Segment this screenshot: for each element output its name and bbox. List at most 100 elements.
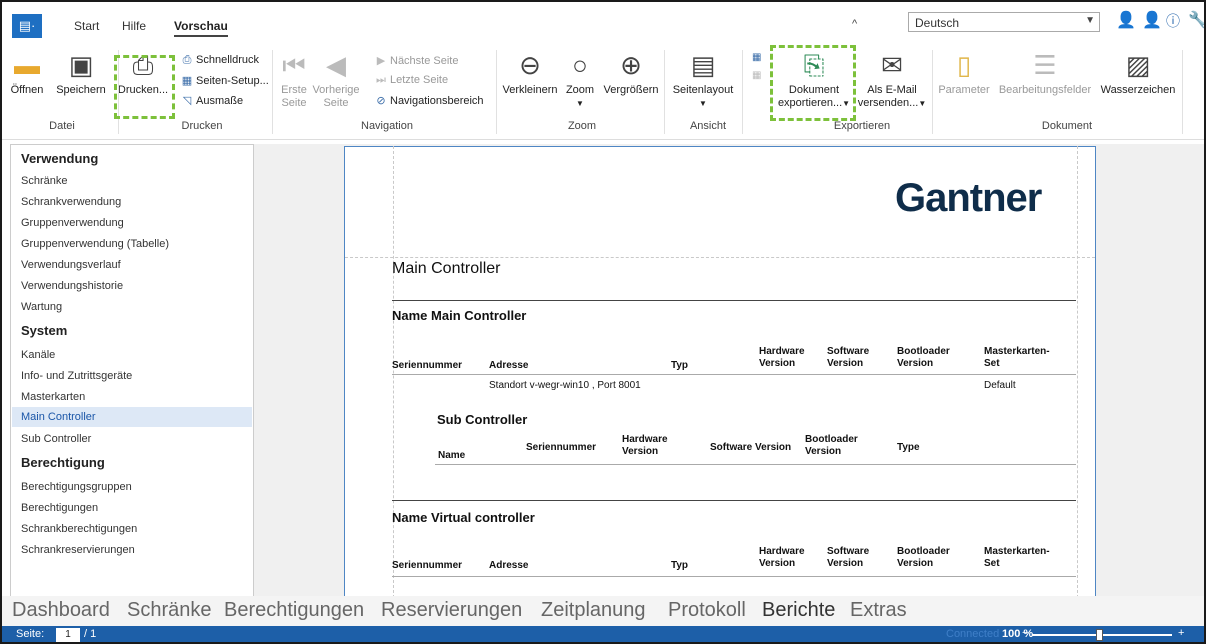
zoom-slider-thumb[interactable] <box>1096 629 1103 641</box>
navigation-pane-button[interactable]: ⊘ Navigationsbereich <box>374 94 484 107</box>
nav-item[interactable]: Kanäle <box>21 349 55 361</box>
divider <box>392 300 1076 301</box>
chevron-down-icon: ▼ <box>918 99 927 108</box>
tab-vorschau[interactable]: Vorschau <box>174 19 228 37</box>
next-page-button[interactable]: ▶ Nächste Seite <box>374 54 459 67</box>
cell-adresse: Standort v-wegr-win10 , Port 8001 <box>489 380 641 391</box>
nav-extras[interactable]: Extras <box>850 599 907 622</box>
nav-section-verwendung: Verwendung <box>21 151 99 166</box>
page-layout-label: Seitenlayout <box>672 84 734 96</box>
send-email-label-2: versenden... <box>857 97 919 109</box>
watermark-label: Wasserzeichen <box>1100 84 1176 96</box>
previous-page-button[interactable]: ◀ Vorherige Seite <box>312 50 360 110</box>
nav-protokoll[interactable]: Protokoll <box>668 599 746 622</box>
last-page-button[interactable]: ⏭ Letzte Seite <box>374 74 448 87</box>
col-header: Masterkarten- Set <box>984 346 1050 369</box>
language-select[interactable]: Deutsch ▼ <box>908 12 1100 32</box>
send-email-button[interactable]: ✉ Als E-Mail versenden...▼ <box>854 50 930 110</box>
quick-print-label: Schnelldruck <box>196 54 259 66</box>
nav-item[interactable]: Berechtigungen <box>21 502 98 514</box>
nav-schraenke[interactable]: Schränke <box>127 599 212 622</box>
col-header: Adresse <box>489 560 529 571</box>
edit-fields-label: Bearbeitungsfelder <box>998 84 1092 96</box>
previous-page-label-2: Seite <box>323 97 349 109</box>
continuous-page-icon[interactable]: ▦ <box>752 70 761 81</box>
nav-item[interactable]: Masterkarten <box>21 391 85 403</box>
zoom-out-icon: ⊖ <box>519 50 541 80</box>
nav-item[interactable]: Gruppenverwendung (Tabelle) <box>21 238 169 250</box>
zoom-out-button[interactable]: ⊖ Verkleinern <box>500 50 560 97</box>
nav-item[interactable]: Wartung <box>21 301 62 313</box>
nav-dashboard[interactable]: Dashboard <box>12 599 110 622</box>
multi-page-icon[interactable]: ▦ <box>752 52 761 63</box>
quick-print-button[interactable]: ⎙ Schnelldruck <box>180 54 259 67</box>
col-header: Typ <box>671 360 689 371</box>
group-drucken-label: Drucken <box>181 120 223 132</box>
page-total: / 1 <box>84 628 97 640</box>
save-icon: ▣ <box>68 50 94 80</box>
page-layout-button[interactable]: ▤ Seitenlayout ▼ <box>668 50 738 110</box>
magnifier-icon: ○ <box>572 50 588 80</box>
margin-guide <box>1077 146 1078 598</box>
nav-item[interactable]: Schränke <box>21 175 67 187</box>
zoom-out-small-icon[interactable]: − <box>1022 627 1028 639</box>
nav-item[interactable]: Verwendungsverlauf <box>21 259 121 271</box>
group-navigation-label: Navigation <box>361 120 413 132</box>
divider <box>435 464 1076 465</box>
collapse-ribbon-icon[interactable]: ^ <box>852 18 857 30</box>
zoom-in-icon: ⊕ <box>620 50 642 80</box>
tab-hilfe[interactable]: Hilfe <box>122 19 146 33</box>
open-button[interactable]: ▬ Öffnen <box>8 50 46 97</box>
nav-item[interactable]: Verwendungshistorie <box>21 280 123 292</box>
dimensions-button[interactable]: ◹ Ausmaße <box>180 94 243 107</box>
page-setup-button[interactable]: ▦ Seiten-Setup... <box>180 74 269 87</box>
dimensions-label: Ausmaße <box>196 95 244 107</box>
save-button[interactable]: ▣ Speichern <box>50 50 112 97</box>
zoom-in-small-icon[interactable]: + <box>1178 627 1184 639</box>
clipboard-icon: ▯ <box>956 50 972 80</box>
connection-status: Connected <box>946 628 1000 640</box>
page-number-input[interactable]: 1 <box>56 628 80 642</box>
tools-icon[interactable]: 🔧 <box>1188 10 1204 30</box>
nav-section-berechtigung: Berechtigung <box>21 455 105 470</box>
help-icon[interactable]: ⓘ <box>1166 11 1180 31</box>
divider <box>392 576 1076 577</box>
nav-zeitplanung[interactable]: Zeitplanung <box>541 599 646 622</box>
col-header: Name <box>438 450 466 461</box>
nav-berechtigungen[interactable]: Berechtigungen <box>224 599 364 622</box>
nav-item[interactable]: Gruppenverwendung <box>21 217 124 229</box>
nav-item[interactable]: Schrankberechtigungen <box>21 523 137 535</box>
nav-item[interactable]: Berechtigungsgruppen <box>21 481 132 493</box>
nav-item-selected[interactable]: Main Controller <box>21 411 96 423</box>
nav-item[interactable]: Info- und Zutrittsgeräte <box>21 370 132 382</box>
language-value: Deutsch <box>915 16 960 30</box>
watermark-button[interactable]: ▨ Wasserzeichen <box>1098 50 1178 97</box>
col-header: Hardware Version <box>759 546 805 569</box>
parameter-button[interactable]: ▯ Parameter <box>936 50 992 97</box>
col-header: Hardware Version <box>759 346 805 369</box>
col-header: Seriennummer <box>392 560 463 571</box>
nav-reservierungen[interactable]: Reservierungen <box>381 599 522 622</box>
group-zoom-label: Zoom <box>567 120 597 132</box>
page-setup-icon: ▦ <box>181 75 193 87</box>
tab-start[interactable]: Start <box>74 19 99 33</box>
zoom-level: 100 % <box>1002 628 1034 640</box>
first-page-button[interactable]: ⏮ Erste Seite <box>278 50 310 110</box>
app-menu-button[interactable]: ▤· <box>12 14 42 38</box>
zoom-in-button[interactable]: ⊕ Vergrößern <box>600 50 662 97</box>
edit-fields-button[interactable]: ☰ Bearbeitungsfelder <box>992 50 1098 97</box>
user-settings-icon[interactable]: 👤 <box>1142 10 1162 30</box>
col-header: Adresse <box>489 360 529 371</box>
zoom-button[interactable]: ○ Zoom ▼ <box>562 50 598 110</box>
nav-item[interactable]: Sub Controller <box>21 433 91 445</box>
navigation-pane-label: Navigationsbereich <box>390 95 484 107</box>
open-label: Öffnen <box>10 84 44 96</box>
nav-berichte[interactable]: Berichte <box>762 599 835 622</box>
nav-item[interactable]: Schrankreservierungen <box>21 544 135 556</box>
previous-page-icon: ◀ <box>326 50 346 80</box>
user-icon[interactable]: 👤 <box>1116 10 1136 30</box>
nav-item[interactable]: Schrankverwendung <box>21 196 121 208</box>
main-navigation-bar: Dashboard Schränke Berechtigungen Reserv… <box>2 596 1204 626</box>
col-header: Seriennummer <box>526 442 597 453</box>
divider <box>392 374 1076 375</box>
